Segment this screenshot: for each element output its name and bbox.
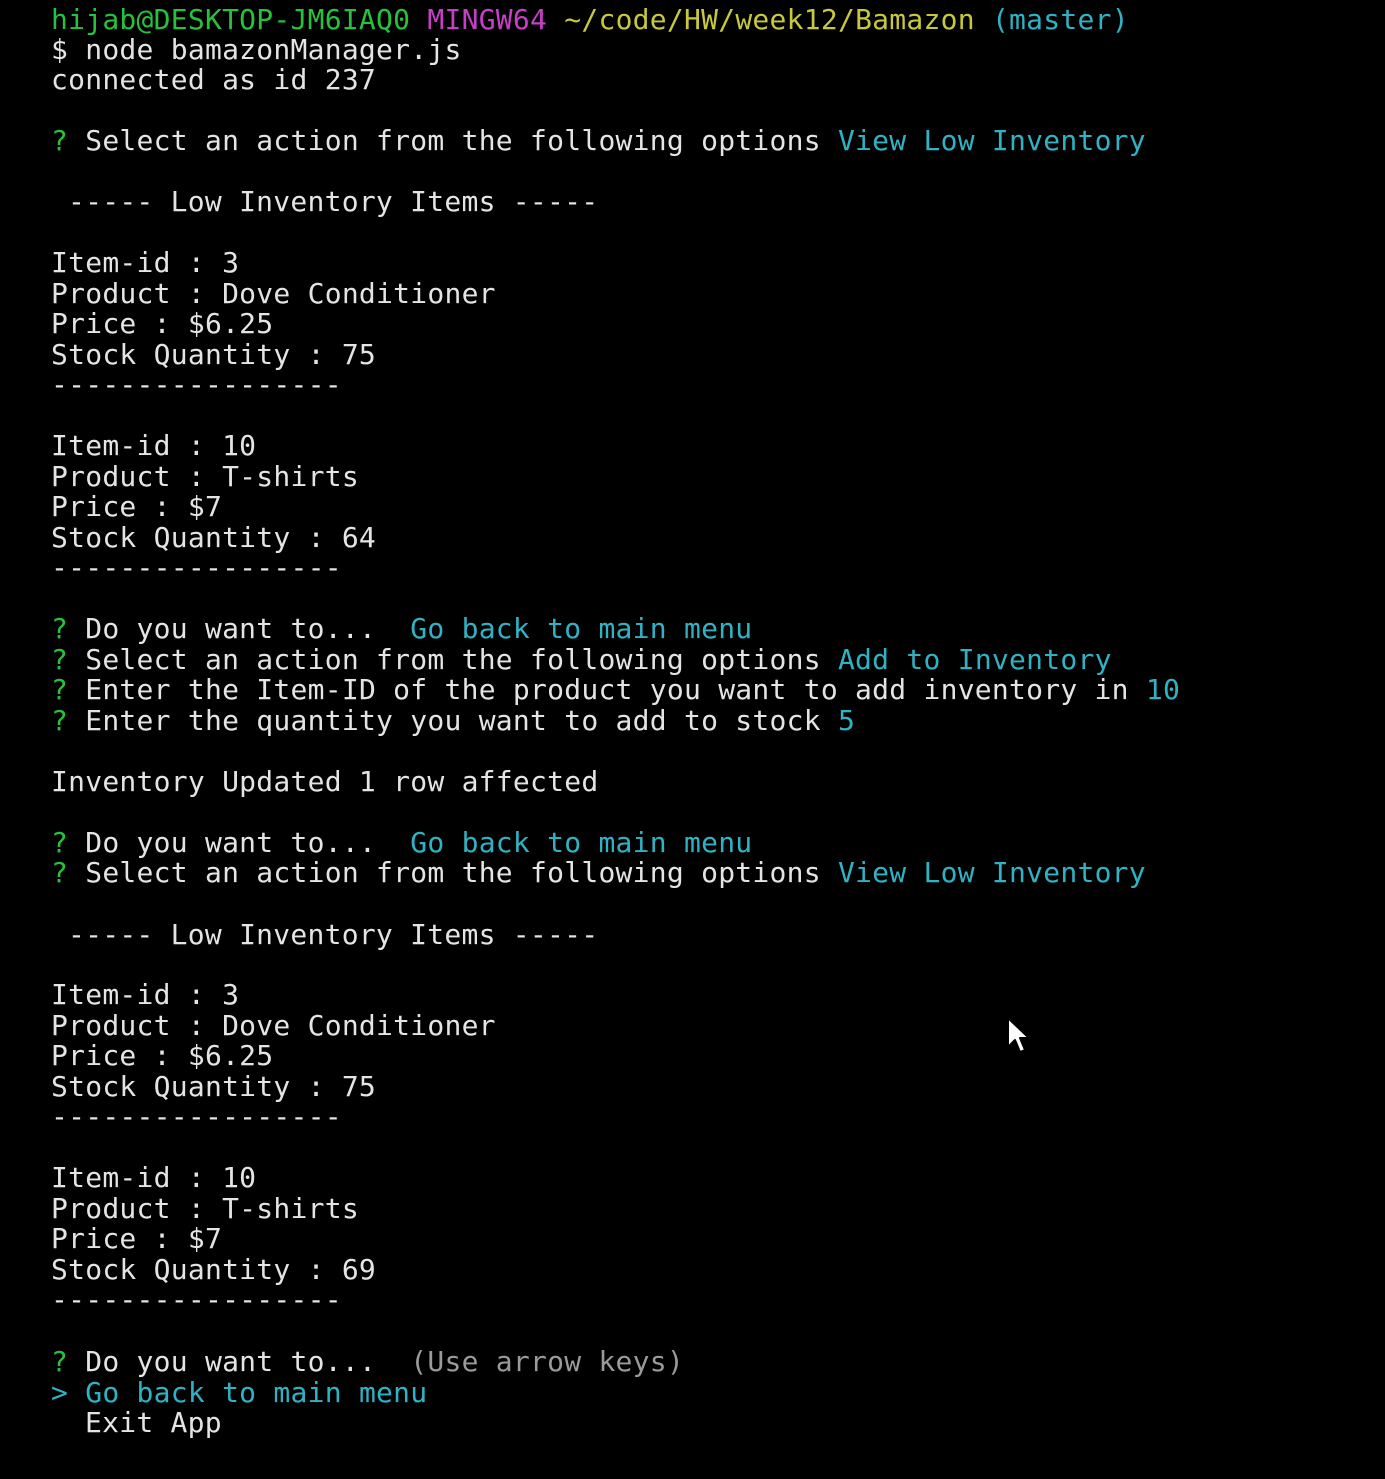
item-stock: Stock Quantity : 69 <box>51 1253 377 1286</box>
question-mark-icon: ? <box>51 826 69 859</box>
question-select-action: ? Select an action from the following op… <box>51 643 1112 676</box>
shell-prompt: hijab@DESKTOP-JM6IAQ0 MINGW64 ~/code/HW/… <box>51 5 1129 35</box>
question-mark-icon: ? <box>51 704 69 737</box>
question-mark-icon: ? <box>51 673 69 706</box>
item-stock: Stock Quantity : 75 <box>51 1070 377 1103</box>
separator: ----------------- <box>51 551 342 584</box>
pointer-icon: > <box>51 1376 69 1409</box>
item-stock: Stock Quantity : 64 <box>51 521 377 554</box>
answer: View Low Inventory <box>837 856 1146 889</box>
answer: 5 <box>837 704 856 737</box>
item-id: Item-id : 10 <box>51 429 257 462</box>
item-product: Product : Dove Conditioner <box>51 277 496 310</box>
shell-name: MINGW64 <box>427 3 548 36</box>
item-product: Product : Dove Conditioner <box>51 1009 496 1042</box>
question-enter-item-id: ? Enter the Item-ID of the product you w… <box>51 673 1181 706</box>
question-mark-icon: ? <box>51 856 69 889</box>
menu-option-go-back[interactable]: > Go back to main menu <box>51 1378 427 1408</box>
question-mark-icon: ? <box>51 612 69 645</box>
item-id: Item-id : 10 <box>51 1161 257 1194</box>
question-enter-quantity: ? Enter the quantity you want to add to … <box>51 704 856 737</box>
question-mark-icon: ? <box>51 643 69 676</box>
question-mark-icon: ? <box>51 1345 69 1378</box>
question-do-you-want: ? Do you want to... (Use arrow keys) <box>51 1345 684 1378</box>
answer: Go back to main menu <box>410 612 753 645</box>
question-select-action: ? Select an action from the following op… <box>51 124 1146 157</box>
user-host: hijab@DESKTOP-JM6IAQ0 <box>51 3 411 36</box>
separator: ----------------- <box>51 1100 342 1133</box>
update-message: Inventory Updated 1 row affected <box>51 765 599 798</box>
item-id: Item-id : 3 <box>51 246 240 279</box>
current-path: ~/code/HW/week12/Bamazon <box>564 3 975 36</box>
item-stock: Stock Quantity : 75 <box>51 338 377 371</box>
mouse-cursor-icon <box>1007 1017 1030 1053</box>
item-price: Price : $7 <box>51 1222 223 1255</box>
terminal-window[interactable]: hijab@DESKTOP-JM6IAQ0 MINGW64 ~/code/HW/… <box>0 0 1385 1479</box>
menu-hint: (Use arrow keys) <box>410 1345 684 1378</box>
question-do-you-want: ? Do you want to... Go back to main menu <box>51 612 753 645</box>
item-product: Product : T-shirts <box>51 1192 359 1225</box>
answer: Go back to main menu <box>410 826 753 859</box>
menu-option-exit-app[interactable]: Exit App <box>85 1408 222 1438</box>
item-price: Price : $7 <box>51 490 223 523</box>
section-header: ----- Low Inventory Items ----- <box>68 185 599 218</box>
separator: ----------------- <box>51 1283 342 1316</box>
git-branch: (master) <box>991 3 1129 36</box>
connection-status: connected as id 237 <box>51 63 377 96</box>
item-id: Item-id : 3 <box>51 978 240 1011</box>
command-line: $ node bamazonManager.js <box>51 33 462 66</box>
question-mark-icon: ? <box>51 124 69 157</box>
answer: 10 <box>1145 673 1181 706</box>
menu-option-label: Go back to main menu <box>85 1376 428 1409</box>
answer: View Low Inventory <box>837 124 1146 157</box>
section-header: ----- Low Inventory Items ----- <box>68 918 599 951</box>
question-select-action: ? Select an action from the following op… <box>51 856 1146 889</box>
separator: ----------------- <box>51 368 342 401</box>
item-product: Product : T-shirts <box>51 460 359 493</box>
question-do-you-want: ? Do you want to... Go back to main menu <box>51 826 753 859</box>
item-price: Price : $6.25 <box>51 1039 274 1072</box>
answer: Add to Inventory <box>837 643 1112 676</box>
item-price: Price : $6.25 <box>51 307 274 340</box>
